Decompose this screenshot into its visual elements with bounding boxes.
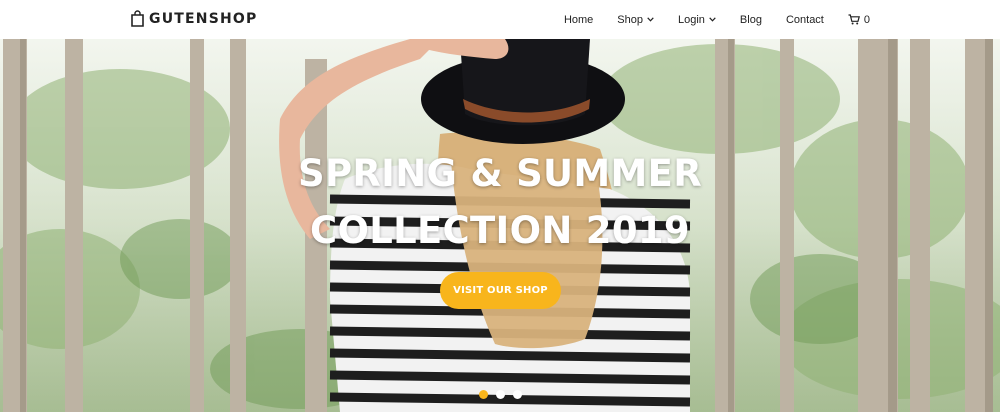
slider-dot-3[interactable] bbox=[513, 390, 522, 399]
hero-title-line-1: SPRING & SUMMER bbox=[298, 152, 702, 195]
shopping-bag-icon bbox=[131, 10, 144, 27]
chevron-down-icon bbox=[709, 17, 716, 22]
slider-pagination bbox=[479, 390, 530, 399]
cart-button[interactable]: 0 bbox=[848, 14, 870, 26]
main-nav: Home Shop Login Blog Contact 0 bbox=[564, 0, 870, 39]
slider-dot-1[interactable] bbox=[479, 390, 488, 399]
cart-count: 0 bbox=[863, 13, 870, 26]
chevron-down-icon bbox=[647, 17, 654, 22]
cart-icon bbox=[848, 14, 860, 25]
hero-slider: SPRING & SUMMER COLLECTION 2019 VISIT OU… bbox=[0, 39, 1000, 412]
nav-label-shop: Shop bbox=[617, 13, 643, 26]
visit-shop-button[interactable]: VISIT OUR SHOP bbox=[440, 272, 561, 309]
nav-item-login[interactable]: Login bbox=[678, 14, 716, 26]
nav-label-contact: Contact bbox=[785, 13, 824, 26]
nav-label-blog: Blog bbox=[739, 13, 762, 26]
brand-name: GUTENSHOP bbox=[149, 10, 258, 27]
nav-item-contact[interactable]: Contact bbox=[786, 14, 824, 26]
slider-dot-2[interactable] bbox=[496, 390, 505, 399]
site-logo[interactable]: GUTENSHOP bbox=[131, 10, 257, 27]
hero-title-line-2: COLLECTION 2019 bbox=[310, 209, 690, 252]
nav-label-login: Login bbox=[678, 13, 705, 26]
nav-item-shop[interactable]: Shop bbox=[617, 14, 654, 26]
site-header: GUTENSHOP Home Shop Login Blog Contact 0 bbox=[0, 0, 1000, 39]
nav-item-home[interactable]: Home bbox=[564, 14, 593, 26]
nav-item-blog[interactable]: Blog bbox=[740, 14, 762, 26]
nav-label-home: Home bbox=[563, 13, 594, 26]
